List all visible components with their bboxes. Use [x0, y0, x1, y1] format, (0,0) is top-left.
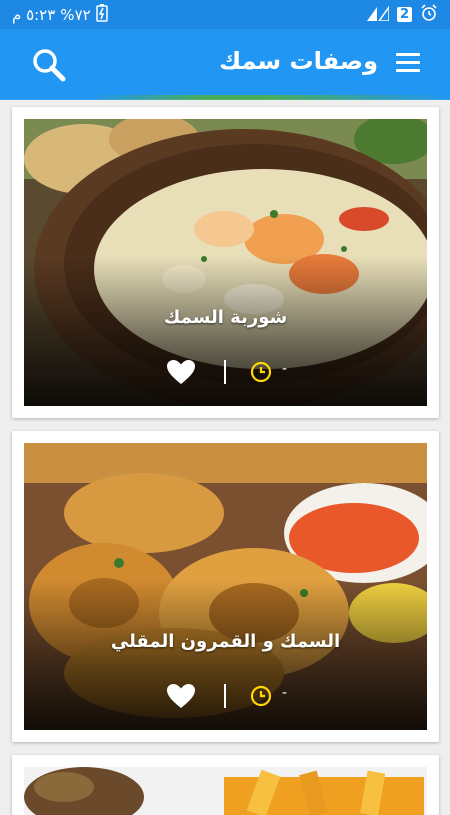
- app-bar-underline: [0, 95, 450, 100]
- meta-divider: [224, 684, 226, 708]
- recipe-card[interactable]: [12, 755, 439, 815]
- recipe-meta: -: [24, 681, 427, 711]
- battery-icon: [95, 3, 108, 26]
- favorite-button[interactable]: [166, 683, 196, 709]
- status-bar-right: 2: [366, 3, 438, 26]
- recipe-image: شوربة السمك -: [24, 119, 427, 406]
- alarm-icon: [420, 3, 438, 26]
- search-button[interactable]: [30, 46, 68, 84]
- recipe-card[interactable]: السمك و القمرون المقلي -: [12, 431, 439, 742]
- menu-button[interactable]: [396, 53, 420, 73]
- signal-icon: [366, 4, 390, 25]
- page-title: وصفات سمك: [219, 47, 378, 75]
- clock-icon: [250, 685, 272, 707]
- menu-icon: [396, 53, 420, 56]
- recipe-image: السمك و القمرون المقلي -: [24, 443, 427, 730]
- recipe-title: شوربة السمك: [163, 307, 288, 328]
- sim-number: 2: [399, 7, 409, 22]
- prep-time: -: [282, 685, 288, 701]
- recipe-meta: -: [24, 357, 427, 387]
- status-bar-left: ٥:٢٣ م %٧٢: [12, 3, 108, 26]
- clock-icon: [250, 361, 272, 383]
- meta-divider: [224, 360, 226, 384]
- status-bar: ٥:٢٣ م %٧٢ 2: [0, 0, 450, 29]
- heart-icon: [167, 684, 195, 708]
- battery-percent: %٧٢: [60, 5, 91, 24]
- status-time: ٥:٢٣ م: [12, 5, 56, 24]
- favorite-button[interactable]: [166, 359, 196, 385]
- recipe-image: [24, 767, 427, 815]
- recipe-title: السمك و القمرون المقلي: [110, 631, 341, 652]
- app-bar: وصفات سمك: [0, 29, 450, 99]
- prep-time: -: [282, 361, 288, 377]
- recipe-card[interactable]: شوربة السمك -: [12, 107, 439, 418]
- heart-icon: [167, 360, 195, 384]
- sim-badge: 2: [396, 7, 412, 22]
- search-icon: [33, 49, 66, 82]
